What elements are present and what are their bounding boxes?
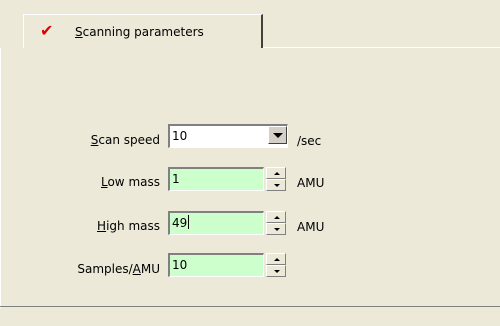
samples-amu-increment[interactable]	[266, 253, 286, 265]
arrow-down-icon	[274, 270, 280, 273]
arrow-down-icon	[274, 184, 280, 187]
checkmark-icon: ✔	[40, 21, 54, 40]
high-mass-increment[interactable]	[266, 211, 286, 223]
scan-speed-unit: /sec	[297, 134, 322, 148]
scan-speed-dropdown-button[interactable]	[268, 126, 287, 144]
tab-scanning-parameters[interactable]: ✔ Scanning parameters	[23, 14, 263, 48]
high-mass-unit: AMU	[297, 220, 325, 234]
samples-amu-label: Samples/AMU	[77, 262, 160, 276]
low-mass-label: Low mass	[100, 175, 160, 189]
low-mass-decrement[interactable]	[266, 179, 286, 191]
arrow-up-icon	[274, 258, 280, 261]
samples-amu-input[interactable]: 10	[168, 253, 264, 277]
chevron-down-icon	[273, 133, 283, 138]
text-caret	[188, 215, 190, 229]
high-mass-decrement[interactable]	[266, 223, 286, 235]
arrow-up-icon	[274, 172, 280, 175]
low-mass-input[interactable]: 1	[168, 167, 264, 191]
arrow-down-icon	[274, 228, 280, 231]
low-mass-spinner[interactable]	[266, 167, 286, 191]
low-mass-unit: AMU	[297, 176, 325, 190]
tab-label: Scanning parameters	[75, 25, 204, 39]
low-mass-increment[interactable]	[266, 167, 286, 179]
high-mass-label: High mass	[97, 219, 160, 233]
arrow-up-icon	[274, 216, 280, 219]
scan-speed-label: Scan speed	[90, 133, 160, 147]
samples-amu-decrement[interactable]	[266, 265, 286, 277]
panel-bottom-border	[0, 306, 500, 307]
samples-amu-spinner[interactable]	[266, 253, 286, 277]
high-mass-input[interactable]: 49	[168, 211, 264, 235]
high-mass-spinner[interactable]	[266, 211, 286, 235]
